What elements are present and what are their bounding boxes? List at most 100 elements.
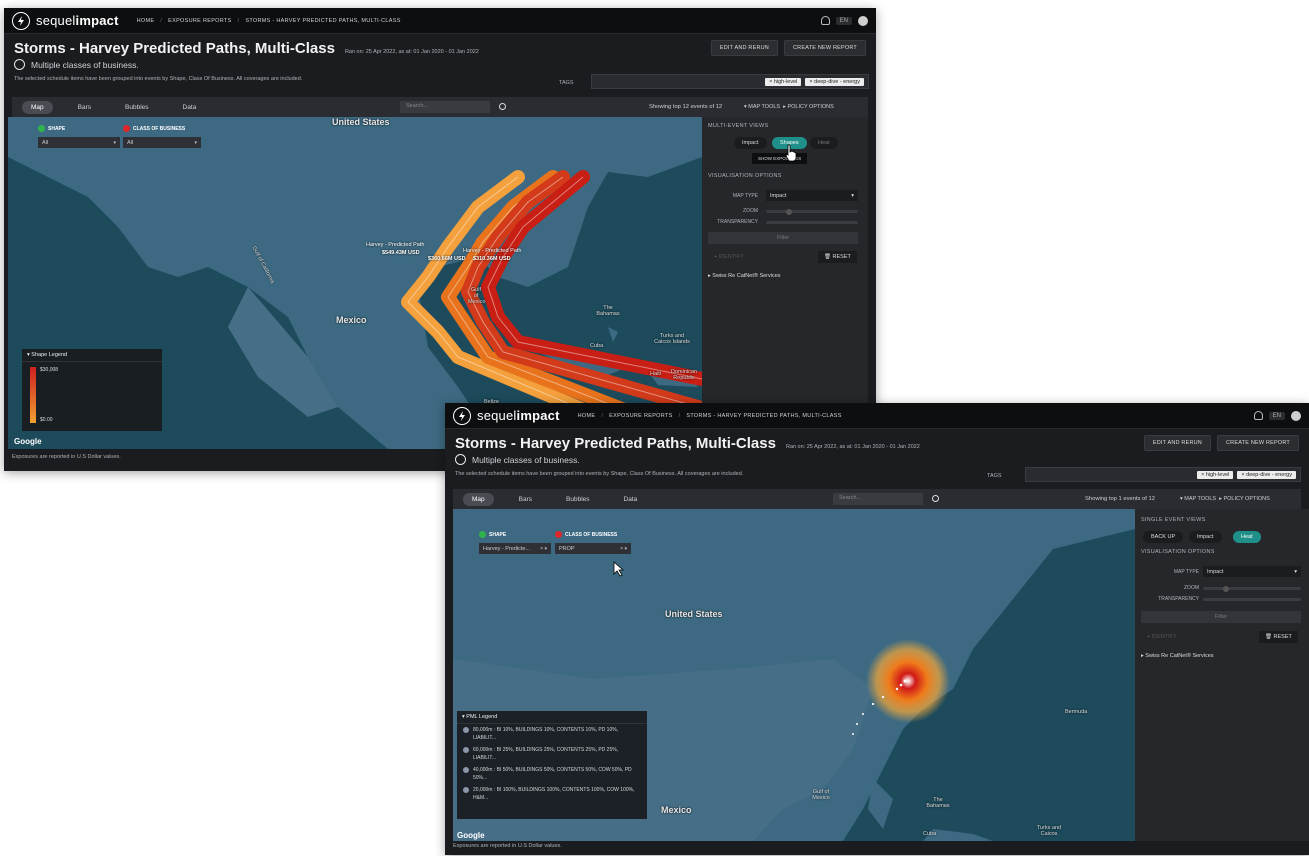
user-icon[interactable] [1291, 410, 1301, 421]
compass-icon [455, 454, 466, 465]
currency-footer: Exposures are reported in U.S Dollar val… [12, 454, 121, 460]
chevron-down-icon: ▾ [851, 192, 854, 199]
map-label-bahamas: The Bahamas [926, 797, 950, 809]
filter-input[interactable]: Filter [708, 232, 858, 244]
edit-and-rerun-button[interactable]: EDIT AND RERUN [1143, 435, 1211, 451]
legend-item: 60,000m : BI 25%, BUILDINGS 25%, CONTENT… [457, 744, 647, 764]
search-input[interactable]: Search... [400, 101, 490, 113]
tab-bars[interactable]: Bars [510, 493, 541, 506]
reset-button[interactable]: 🗑 RESET [818, 251, 857, 263]
map-label-cuba: Cuba [590, 343, 604, 349]
map-type-select[interactable]: Impact ▾ [1203, 566, 1301, 577]
run-info: Ran on: 25 Apr 2022, as at: 01 Jan 2020 … [344, 49, 479, 55]
slider-knob[interactable] [1223, 585, 1229, 592]
tab-bubbles[interactable]: Bubbles [557, 493, 599, 506]
map-tools-panel: MULTI-EVENT VIEWS Impact Shapes Heat SHO… [702, 117, 868, 449]
google-logo: Google [14, 437, 42, 446]
zoom-slider[interactable] [766, 208, 858, 215]
back-up-button[interactable]: BACK UP [1143, 531, 1184, 543]
cob-select[interactable]: All ▾ [123, 137, 201, 148]
create-new-report-button[interactable]: CREATE NEW REPORT [783, 40, 866, 56]
single-event-views-heading: SINGLE EVENT VIEWS [1141, 517, 1206, 523]
path-value: $310.36M USD [473, 256, 511, 262]
create-new-report-button[interactable]: CREATE NEW REPORT [1216, 435, 1299, 451]
map-label-turks: Turks and Caicos [1036, 825, 1062, 837]
app-logo[interactable]: sequelimpact [477, 408, 560, 423]
cob-select[interactable]: PROP × ▾ [555, 543, 631, 554]
impact-view-pill[interactable]: Impact [1189, 531, 1222, 543]
currency-footer: Exposures are reported in U.S Dollar val… [453, 843, 562, 849]
shape-select[interactable]: Harvey - Predicte... × ▾ [479, 543, 551, 554]
slider-knob[interactable] [786, 208, 792, 215]
legend-toggle[interactable]: ▾ Shape Legend [22, 349, 162, 362]
impact-view-pill[interactable]: Impact [734, 137, 767, 149]
search-icon[interactable] [499, 103, 506, 110]
map-label-bahamas: The Bahamas [596, 305, 620, 317]
tab-bubbles[interactable]: Bubbles [116, 101, 158, 114]
top-nav-bar: sequelimpact HOME / EXPOSURE REPORTS / S… [445, 403, 1309, 429]
transparency-slider[interactable] [1203, 598, 1301, 601]
page-title: Storms - Harvey Predicted Paths, Multi-C… [455, 435, 776, 452]
search-input[interactable]: Search... [833, 493, 923, 505]
show-exposures-button[interactable]: SHOW EXPOSURES [752, 153, 808, 164]
lightning-icon[interactable] [453, 406, 471, 425]
legend-toggle[interactable]: ▾ PML Legend [457, 711, 647, 724]
map-label-gulf: Gulf of Mexico [812, 789, 830, 801]
user-icon[interactable] [858, 15, 868, 26]
tag-chip[interactable]: × deep-dive - energy [1237, 470, 1296, 479]
identify-button[interactable]: ⌖ IDENTIFY [708, 251, 750, 264]
breadcrumb-home[interactable]: HOME [578, 413, 596, 419]
path-value: $549.43M USD [382, 250, 420, 256]
map-canvas[interactable]: SHAPE CLASS OF BUSINESS All ▾ All ▾ United… [8, 117, 702, 449]
breadcrumb-exposure-reports[interactable]: EXPOSURE REPORTS [609, 413, 672, 419]
map-tools-toggle[interactable]: ▾ MAP TOOLS ▸ POLICY OPTIONS [1180, 496, 1270, 502]
chevron-down-icon: ▾ [113, 139, 116, 146]
map-canvas[interactable]: SHAPE CLASS OF BUSINESS Harvey - Predict… [453, 509, 1135, 841]
heat-view-pill[interactable]: Heat [1233, 531, 1261, 543]
lightning-icon[interactable] [12, 11, 30, 30]
tag-chip[interactable]: × high-level [1197, 470, 1234, 479]
tab-map[interactable]: Map [22, 100, 53, 114]
search-icon[interactable] [932, 495, 939, 502]
breadcrumb-current: STORMS - HARVEY PREDICTED PATHS, MULTI-C… [245, 17, 401, 24]
report-subtitle: Multiple classes of business. [472, 454, 580, 465]
identify-button[interactable]: ⌖ IDENTIFY [1141, 631, 1183, 644]
breadcrumb-home[interactable]: HOME [137, 18, 155, 24]
tags-label: TAGS [559, 80, 574, 86]
legend-gradient [30, 367, 36, 423]
zoom-slider[interactable] [1203, 585, 1301, 592]
catnet-services-toggle[interactable]: ▸ Swiss Re CatNet® Services [708, 273, 781, 279]
reset-button[interactable]: 🗑 RESET [1259, 631, 1298, 643]
map-label-turks: Turks and Caicos Islands [654, 333, 690, 345]
app-logo[interactable]: sequelimpact [36, 13, 119, 28]
tab-bars[interactable]: Bars [69, 101, 100, 114]
map-tools-toggle[interactable]: ▾ MAP TOOLS ▸ POLICY OPTIONS [744, 104, 834, 110]
bell-icon[interactable] [1253, 411, 1263, 420]
bell-icon[interactable] [820, 16, 830, 25]
catnet-services-toggle[interactable]: ▸ Swiss Re CatNet® Services [1141, 653, 1214, 659]
tab-data[interactable]: Data [615, 493, 647, 506]
tab-data[interactable]: Data [174, 101, 206, 114]
map-label-bermuda: Bermuda [1065, 709, 1088, 715]
edit-and-rerun-button[interactable]: EDIT AND RERUN [710, 40, 778, 56]
shape-select[interactable]: All ▾ [38, 137, 120, 148]
filter-input[interactable]: Filter [1141, 611, 1301, 623]
tags-input[interactable]: × high-level × deep-dive - energy [1025, 467, 1301, 482]
map-type-select[interactable]: Impact ▾ [766, 190, 858, 201]
heat-view-pill[interactable]: Heat [810, 137, 838, 149]
arrow-cursor-icon [613, 561, 625, 577]
transparency-slider[interactable] [766, 221, 858, 224]
breadcrumb-exposure-reports[interactable]: EXPOSURE REPORTS [168, 18, 231, 24]
map-type-label: MAP TYPE [732, 193, 758, 199]
chevron-down-icon: ▾ [1294, 568, 1297, 575]
legend-max: $30,008 [40, 367, 59, 373]
tag-chip[interactable]: × deep-dive - energy [805, 77, 864, 86]
visualisation-options-heading: VISUALISATION OPTIONS [1141, 549, 1215, 555]
language-select[interactable]: EN [835, 16, 852, 25]
language-select[interactable]: EN [1268, 411, 1285, 420]
tag-chip[interactable]: × high-level [765, 77, 802, 86]
tags-input[interactable]: × high-level × deep-dive - energy [591, 74, 869, 89]
tab-map[interactable]: Map [463, 492, 494, 506]
legend-min: $0.00 [40, 417, 53, 423]
legend-dot-icon [463, 727, 469, 733]
